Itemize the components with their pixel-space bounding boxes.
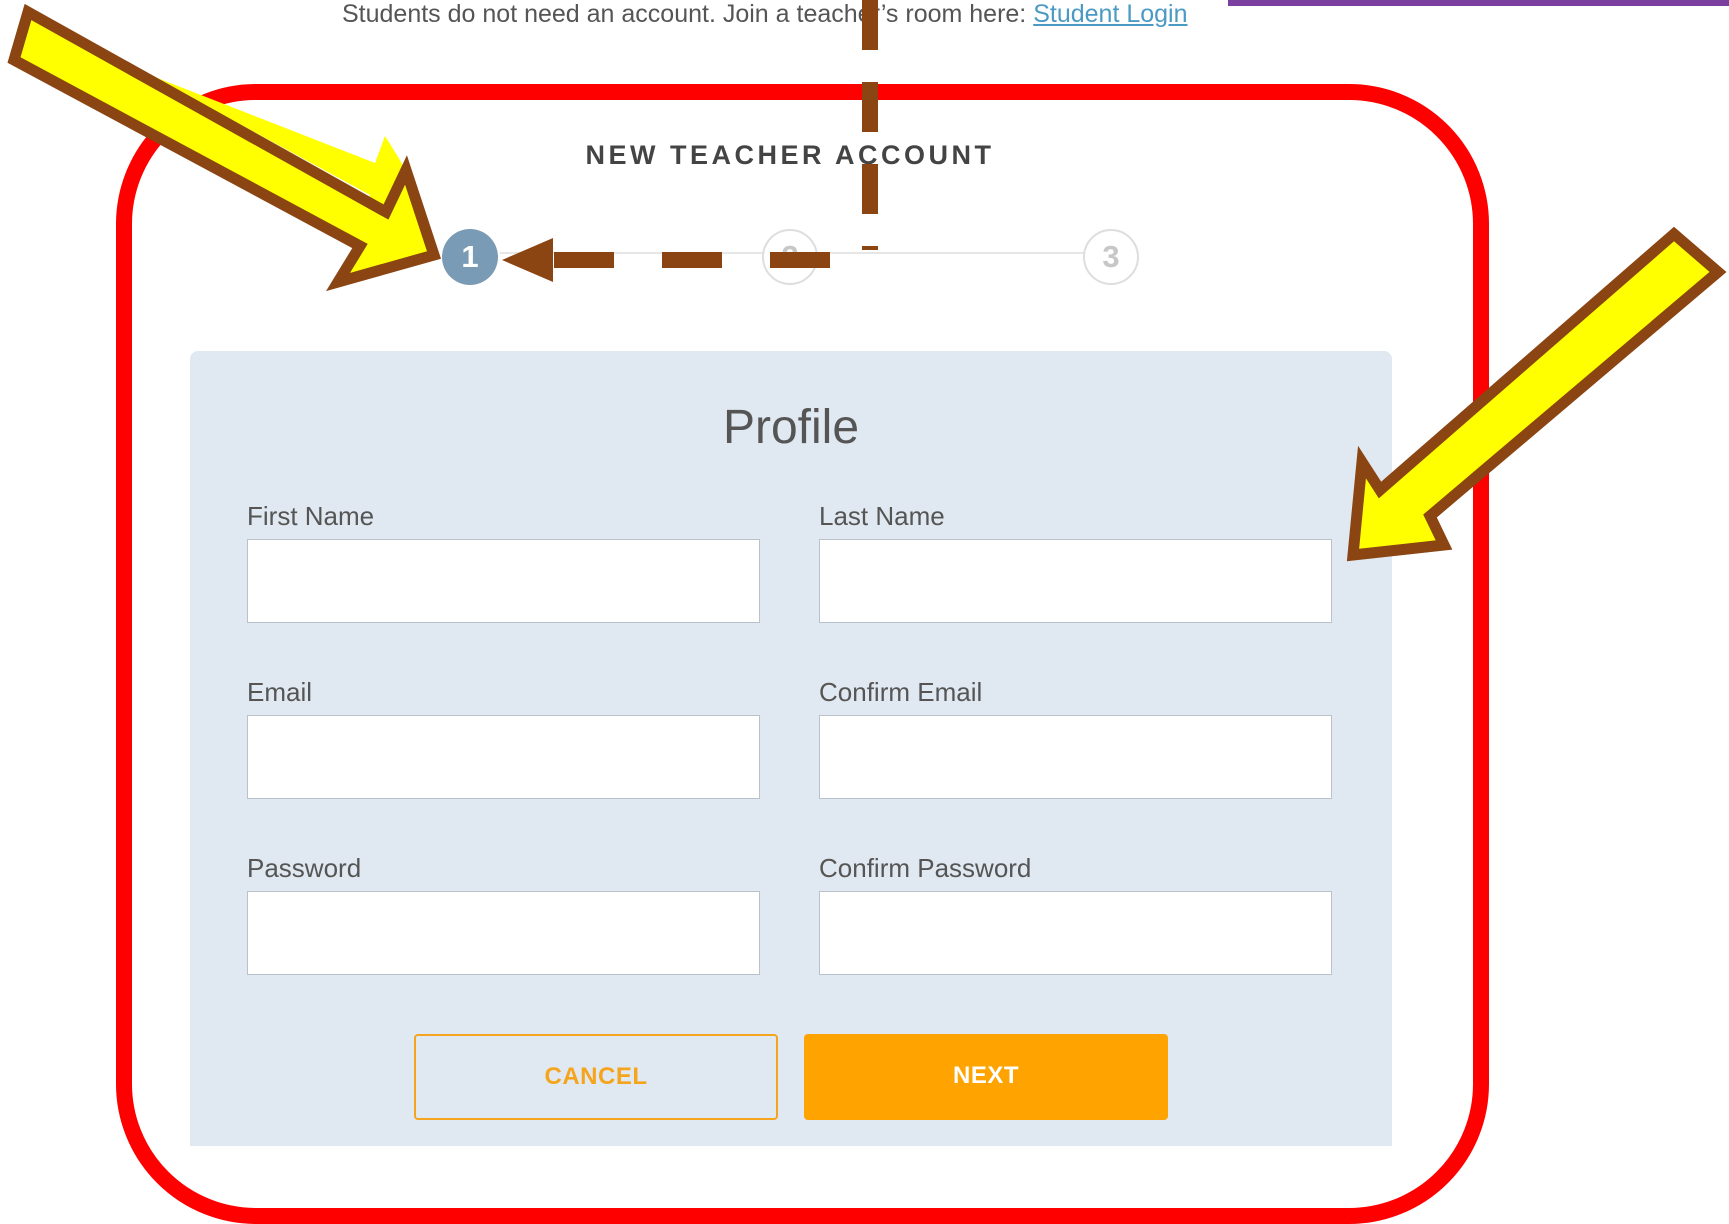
yellow-arrow-icon [1346,226,1727,562]
dashed-arrow-icon [502,0,878,282]
yellow-arrow-icon [7,3,442,292]
annotation-overlay [7,0,1727,562]
